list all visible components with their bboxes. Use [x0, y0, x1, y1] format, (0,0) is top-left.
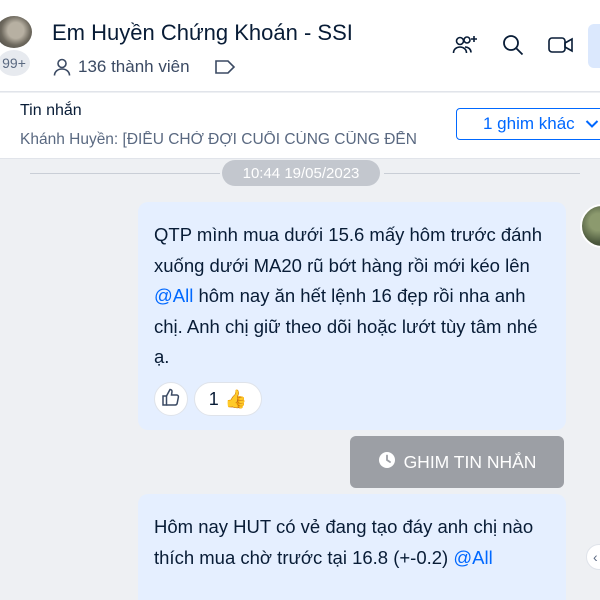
- conversation-info-icon[interactable]: [588, 24, 600, 68]
- avatar: [0, 14, 34, 50]
- message-bubble[interactable]: Hôm nay HUT có vẻ đang tạo đáy anh chị n…: [138, 494, 566, 600]
- pinned-title: Tin nhắn: [20, 102, 82, 119]
- group-title[interactable]: Em Huyền Chứng Khoán - SSI: [52, 20, 353, 46]
- reaction-summary[interactable]: 1 👍: [194, 382, 262, 416]
- video-call-icon[interactable]: [546, 30, 576, 60]
- chevron-down-icon: [585, 114, 599, 134]
- pin-message-button[interactable]: GHIM TIN NHẮN: [350, 436, 564, 488]
- avatar-count-badge: 99+: [0, 48, 32, 78]
- tag-icon[interactable]: [214, 58, 236, 76]
- member-count: 136 thành viên: [78, 57, 190, 76]
- user-icon: [52, 57, 72, 77]
- pinned-preview: Khánh Huyền: [ĐIỀU CHỜ ĐỢI CUỐI CÙNG CŨN…: [20, 131, 417, 148]
- member-info[interactable]: 136 thành viên: [52, 56, 236, 78]
- reaction-count: 1: [208, 388, 219, 409]
- divider: [30, 173, 220, 174]
- avatar[interactable]: [580, 204, 600, 248]
- message-text: Hôm nay HUT có vẻ đang tạo đáy anh chị n…: [154, 512, 552, 573]
- mention-all[interactable]: @All: [453, 547, 492, 568]
- more-pins-label: 1 ghim khác: [483, 114, 575, 133]
- chat-header: 99+ Em Huyền Chứng Khoán - SSI 136 thành…: [0, 0, 600, 92]
- pin-message-label: GHIM TIN NHẮN: [403, 451, 537, 472]
- message-text-part: hôm nay ăn hết lệnh 16 đẹp rồi nha anh c…: [154, 285, 538, 367]
- chevron-left-icon[interactable]: ‹: [586, 544, 600, 570]
- thumbs-up-outline-icon: [161, 387, 181, 412]
- group-avatar[interactable]: 99+: [0, 14, 38, 78]
- message-text: QTP mình mua dưới 15.6 mấy hôm trước đán…: [154, 220, 552, 373]
- more-pins-button[interactable]: 1 ghim khác: [456, 108, 600, 140]
- add-member-icon[interactable]: [450, 30, 480, 60]
- search-icon[interactable]: [498, 30, 528, 60]
- time-divider: 10:44 19/05/2023: [222, 160, 380, 186]
- clock-icon: [378, 451, 396, 474]
- mention-all[interactable]: @All: [154, 285, 193, 306]
- like-reaction-button[interactable]: [154, 382, 188, 416]
- divider: [384, 173, 580, 174]
- message-text-part: QTP mình mua dưới 15.6 mấy hôm trước đán…: [154, 224, 543, 276]
- thumbs-up-emoji-icon: 👍: [224, 388, 248, 409]
